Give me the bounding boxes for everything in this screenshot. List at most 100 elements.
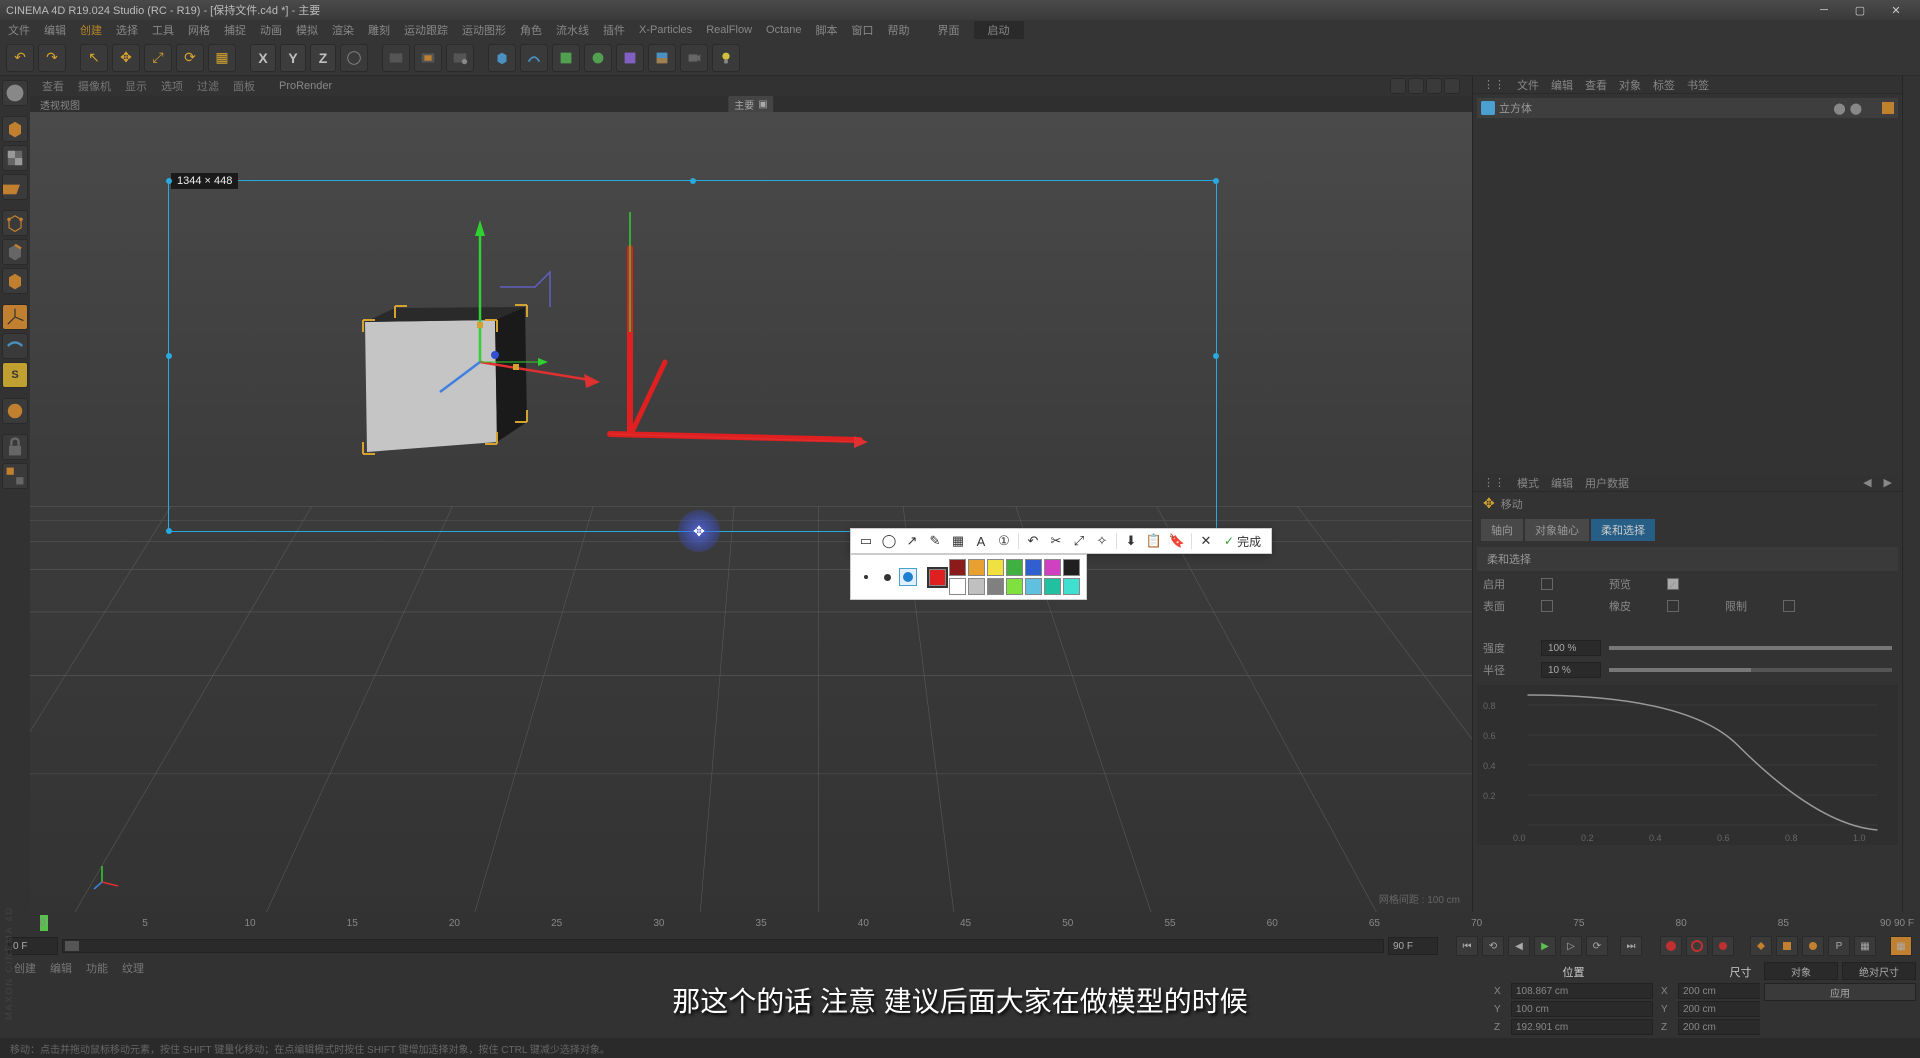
axis-x-toggle[interactable]: X [250, 44, 276, 72]
color-red[interactable] [929, 569, 946, 586]
vp-filter[interactable]: 过滤 [197, 78, 219, 94]
obj-menu-file[interactable]: 文件 [1517, 77, 1539, 93]
key-scale[interactable] [1776, 936, 1798, 956]
menu-select[interactable]: 选择 [116, 22, 138, 38]
attr-menu-userdata[interactable]: 用户数据 [1585, 475, 1629, 491]
key-pla[interactable]: ▦ [1854, 936, 1876, 956]
prev-frame[interactable]: ◀ [1508, 936, 1530, 956]
strength-slider[interactable] [1609, 646, 1892, 650]
anno-copy[interactable]: 📋 [1145, 532, 1163, 550]
mat-texture[interactable]: 纹理 [122, 960, 144, 976]
obj-menu-view[interactable]: 查看 [1585, 77, 1607, 93]
vis-render-icon[interactable]: ⬤ [1850, 102, 1862, 115]
tag-icon[interactable] [1882, 102, 1894, 114]
color-blue[interactable] [1025, 559, 1042, 576]
color-cyan[interactable] [1063, 578, 1080, 595]
color-teal[interactable] [1044, 578, 1061, 595]
attr-nav-fwd[interactable]: ▶ [1884, 476, 1892, 489]
mat-edit[interactable]: 编辑 [50, 960, 72, 976]
redo-button[interactable]: ↷ [38, 44, 66, 72]
falloff-graph[interactable]: 0.8 0.6 0.4 0.2 0.0 0.2 0.4 0.6 0.8 1.0 [1477, 685, 1898, 845]
step-back[interactable]: ⟲ [1482, 936, 1504, 956]
vp-nav-3[interactable] [1426, 78, 1442, 94]
environment-tool[interactable] [648, 44, 676, 72]
menu-character[interactable]: 角色 [520, 22, 542, 38]
vis-editor-icon[interactable]: ⬤ [1833, 102, 1845, 115]
vp-nav-4[interactable] [1444, 78, 1460, 94]
anno-undo[interactable]: ↶ [1024, 532, 1042, 550]
color-lime[interactable] [1006, 578, 1023, 595]
menu-file[interactable]: 文件 [8, 22, 30, 38]
child-comp[interactable] [2, 463, 28, 489]
menu-render[interactable]: 渲染 [332, 22, 354, 38]
tab-soft-select[interactable]: 柔和选择 [1591, 519, 1655, 541]
recent-tool[interactable]: ▦ [208, 44, 236, 72]
size-small[interactable] [857, 568, 875, 586]
anno-download[interactable]: ⬇ [1122, 532, 1140, 550]
anno-arrow[interactable]: ↗ [903, 532, 921, 550]
deformer-tool[interactable] [616, 44, 644, 72]
light-tool[interactable] [712, 44, 740, 72]
pos-y[interactable] [1511, 1001, 1653, 1017]
rotate-tool[interactable]: ⟳ [176, 44, 204, 72]
vp-nav-2[interactable] [1408, 78, 1424, 94]
vp-camera[interactable]: 摄像机 [78, 78, 111, 94]
tab-axis[interactable]: 轴向 [1481, 519, 1523, 541]
menu-plugins[interactable]: 插件 [603, 22, 625, 38]
play-button[interactable]: ▶ [1534, 936, 1556, 956]
mat-function[interactable]: 功能 [86, 960, 108, 976]
workplane-mode[interactable] [2, 174, 28, 200]
lock-xform[interactable] [2, 434, 28, 460]
color-dgray[interactable] [987, 578, 1004, 595]
coord-apply[interactable]: 应用 [1764, 983, 1916, 1001]
timeline[interactable]: 05101520253035404550556065707580859090 F [0, 912, 1920, 934]
key-rot[interactable] [1802, 936, 1824, 956]
render-view[interactable] [382, 44, 410, 72]
menu-realflow[interactable]: RealFlow [706, 24, 752, 36]
vp-panel[interactable]: 面板 [233, 78, 255, 94]
grip-icon[interactable]: ⋮⋮ [1483, 476, 1505, 489]
menu-create[interactable]: 创建 [80, 22, 102, 38]
autokey-button[interactable] [1686, 936, 1708, 956]
strength-input[interactable] [1541, 640, 1601, 656]
close-button[interactable]: ✕ [1878, 1, 1914, 19]
surface-checkbox[interactable] [1541, 600, 1553, 612]
grip-icon[interactable]: ⋮⋮ [1483, 78, 1505, 91]
viewport-solo[interactable] [2, 398, 28, 424]
select-tool[interactable]: ↖ [80, 44, 108, 72]
camera-tool[interactable] [680, 44, 708, 72]
pos-x[interactable] [1511, 983, 1653, 999]
make-editable[interactable] [2, 80, 28, 106]
axis-y-toggle[interactable]: Y [280, 44, 306, 72]
axis-mode[interactable] [2, 304, 28, 330]
menu-edit[interactable]: 编辑 [44, 22, 66, 38]
color-sky[interactable] [1025, 578, 1042, 595]
anno-scissors[interactable]: ✂ [1047, 532, 1065, 550]
axis-z-toggle[interactable]: Z [310, 44, 336, 72]
next-frame[interactable]: ▷ [1560, 936, 1582, 956]
menu-simulate[interactable]: 模拟 [296, 22, 318, 38]
menu-snap[interactable]: 捕捉 [224, 22, 246, 38]
record-button[interactable] [1660, 936, 1682, 956]
color-lgray[interactable] [968, 578, 985, 595]
menu-mesh[interactable]: 网格 [188, 22, 210, 38]
mat-create[interactable]: 创建 [14, 960, 36, 976]
pos-z[interactable] [1511, 1019, 1653, 1035]
viewport-3d[interactable]: 1344 × 448 [30, 112, 1472, 912]
menu-tools[interactable]: 工具 [152, 22, 174, 38]
keyframe-button[interactable] [1712, 936, 1734, 956]
anno-pin[interactable]: ✧ [1093, 532, 1111, 550]
menu-help[interactable]: 帮助 [888, 22, 910, 38]
menu-octane[interactable]: Octane [766, 24, 801, 36]
scrub-bar[interactable] [62, 939, 1384, 953]
obj-menu-bookmarks[interactable]: 书签 [1687, 77, 1709, 93]
vp-nav-1[interactable] [1390, 78, 1406, 94]
anno-number[interactable]: ① [995, 532, 1013, 550]
color-orange[interactable] [968, 559, 985, 576]
color-green[interactable] [1006, 559, 1023, 576]
minimize-button[interactable]: ─ [1806, 1, 1842, 19]
radius-input[interactable] [1541, 662, 1601, 678]
anno-mosaic[interactable]: ▦ [949, 532, 967, 550]
anno-pen[interactable]: ✎ [926, 532, 944, 550]
generator2-tool[interactable] [584, 44, 612, 72]
